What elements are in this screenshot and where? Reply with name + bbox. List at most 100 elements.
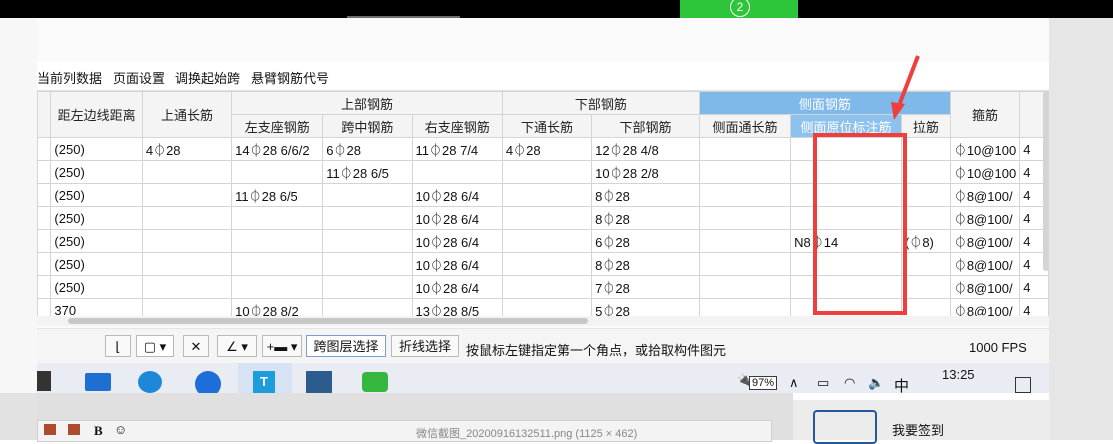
cell-stirrup[interactable]: ⏀8@100/ [949, 183, 1021, 207]
polyline-select-button[interactable]: 折线选择 [391, 335, 459, 357]
battery-indicator[interactable]: 97% [749, 376, 778, 390]
cell-dist[interactable]: (250) [50, 183, 143, 207]
cell-dist[interactable]: (250) [50, 252, 143, 276]
cell-right-support[interactable]: 13⏀28 8/5 [411, 298, 503, 316]
menu-current-column-data[interactable]: 当前列数据 [37, 68, 102, 87]
cell-top-through[interactable] [141, 275, 233, 299]
cell-dist[interactable]: (250) [50, 275, 143, 299]
row-header-cell[interactable] [37, 229, 52, 253]
cell-stirrup[interactable]: ⏀8@100/ [949, 229, 1021, 253]
cell-tie[interactable]: (⏀8) [900, 229, 951, 253]
tray-device-icon[interactable]: ▭ [817, 375, 829, 391]
edge-browser-icon[interactable] [138, 371, 162, 393]
cell-side-through[interactable] [698, 206, 792, 230]
cell-mid-span[interactable]: 11⏀28 6/5 [322, 160, 413, 184]
cell-right-support[interactable] [411, 160, 503, 184]
taskbar-app-icon-dark[interactable] [37, 371, 51, 391]
cell-tie[interactable] [900, 252, 951, 276]
cell-side-through[interactable] [698, 229, 792, 253]
cell-side-through[interactable] [698, 298, 792, 316]
cell-mid-span[interactable] [322, 275, 413, 299]
cell-side-through[interactable] [698, 137, 792, 161]
cell-side-through[interactable] [698, 252, 792, 276]
row-header-cell[interactable] [37, 183, 52, 207]
cell-bottom[interactable]: 12⏀28 4/8 [591, 137, 700, 161]
cell-bottom-through[interactable] [501, 183, 593, 207]
cell-bottom-through[interactable] [501, 275, 593, 299]
wifi-icon[interactable]: ◠ [844, 375, 855, 391]
cell-bottom[interactable]: 5⏀28 [591, 298, 700, 316]
cell-bottom[interactable]: 6⏀28 [591, 229, 700, 253]
cell-bottom-through[interactable] [501, 252, 593, 276]
cell-dist[interactable]: (250) [50, 206, 143, 230]
cell-stirrup[interactable]: ⏀8@100/ [949, 252, 1021, 276]
ime-indicator[interactable]: 中 [894, 375, 909, 396]
file-icon[interactable] [68, 424, 80, 435]
cross-select-icon[interactable]: ✕ [183, 335, 209, 357]
cell-tie[interactable] [900, 160, 951, 184]
notification-icon[interactable] [1015, 377, 1031, 393]
mail-icon[interactable] [85, 373, 111, 391]
cell-tie[interactable] [900, 298, 951, 316]
row-header-cell[interactable] [37, 137, 52, 161]
vertical-scrollbar[interactable] [1043, 91, 1049, 271]
cell-dist[interactable]: (250) [50, 137, 143, 161]
cell-side-through[interactable] [698, 183, 792, 207]
cell-left-support[interactable] [231, 229, 324, 253]
menu-swap-start-span[interactable]: 调换起始跨 [175, 68, 240, 87]
corner-select-icon[interactable]: ⌊ [105, 335, 131, 357]
cell-top-through[interactable] [141, 206, 233, 230]
cell-left-support[interactable]: 14⏀28 6/6/2 [231, 137, 324, 161]
rect-select-dropdown-icon[interactable]: ▢ ▾ [136, 335, 174, 357]
cell-mid-span[interactable] [322, 183, 413, 207]
cell-stirrup[interactable]: ⏀8@100/ [949, 275, 1021, 299]
cell-bottom[interactable]: 8⏀28 [591, 183, 700, 207]
cell-mid-span[interactable] [322, 206, 413, 230]
cell-bottom[interactable]: 10⏀28 2/8 [591, 160, 700, 184]
row-header-cell[interactable] [37, 275, 52, 299]
calendar-icon[interactable] [813, 410, 877, 444]
cell-left-support[interactable] [231, 160, 324, 184]
menu-cantilever-rebar-code[interactable]: 悬臂钢筋代号 [251, 68, 329, 87]
menu-page-setup[interactable]: 页面设置 [113, 68, 165, 87]
cell-stirrup[interactable]: ⏀10@100 [949, 160, 1021, 184]
cell-left-support[interactable] [231, 275, 324, 299]
cell-right-support[interactable]: 10⏀28 6/4 [411, 183, 503, 207]
cell-right-support[interactable]: 10⏀28 6/4 [411, 206, 503, 230]
cell-right-support[interactable]: 11⏀28 7/4 [411, 137, 503, 161]
cell-right-support[interactable]: 10⏀28 6/4 [411, 252, 503, 276]
cell-mid-span[interactable] [322, 298, 413, 316]
cell-bottom-through[interactable] [501, 160, 593, 184]
cell-left-support[interactable]: 10⏀28 8/2 [231, 298, 324, 316]
cell-stirrup[interactable]: ⏀10@100 [949, 137, 1021, 161]
cell-side-through[interactable] [698, 160, 792, 184]
cell-top-through[interactable] [141, 252, 233, 276]
cell-bottom[interactable]: 8⏀28 [591, 206, 700, 230]
add-line-dropdown-icon[interactable]: +▬ ▾ [262, 335, 302, 357]
tray-up-chevron-icon[interactable]: ∧ [789, 375, 799, 391]
cell-dist[interactable]: (250) [50, 160, 143, 184]
cell-mid-span[interactable] [322, 252, 413, 276]
video-green-tab[interactable]: 2 [680, 0, 798, 18]
cell-tie[interactable] [900, 137, 951, 161]
cell-side-through[interactable] [698, 275, 792, 299]
cell-right-support[interactable]: 10⏀28 6/4 [411, 229, 503, 253]
checkin-label[interactable]: 我要签到 [892, 420, 944, 439]
cell-stirrup[interactable]: ⏀8@100/ [949, 298, 1021, 316]
cell-top-through[interactable] [141, 183, 233, 207]
cell-extra[interactable]: 4 [1019, 298, 1049, 316]
wechat-icon[interactable] [362, 372, 388, 392]
cell-extra[interactable]: 4 [1019, 275, 1049, 299]
angle-tool-dropdown-icon[interactable]: ∠ ▾ [217, 335, 257, 357]
cell-bottom-through[interactable] [501, 206, 593, 230]
taskbar-active-slot[interactable]: T [238, 363, 292, 393]
row-header-cell[interactable] [37, 160, 52, 184]
cell-tie[interactable] [900, 183, 951, 207]
cell-bottom-through[interactable] [501, 298, 593, 316]
cell-top-through[interactable] [141, 298, 233, 316]
cell-left-support[interactable]: 11⏀28 6/5 [231, 183, 324, 207]
cell-tie[interactable] [900, 206, 951, 230]
horizontal-scrollbar-thumb[interactable] [68, 318, 588, 324]
cell-left-support[interactable] [231, 206, 324, 230]
cell-bottom-through[interactable] [501, 229, 593, 253]
